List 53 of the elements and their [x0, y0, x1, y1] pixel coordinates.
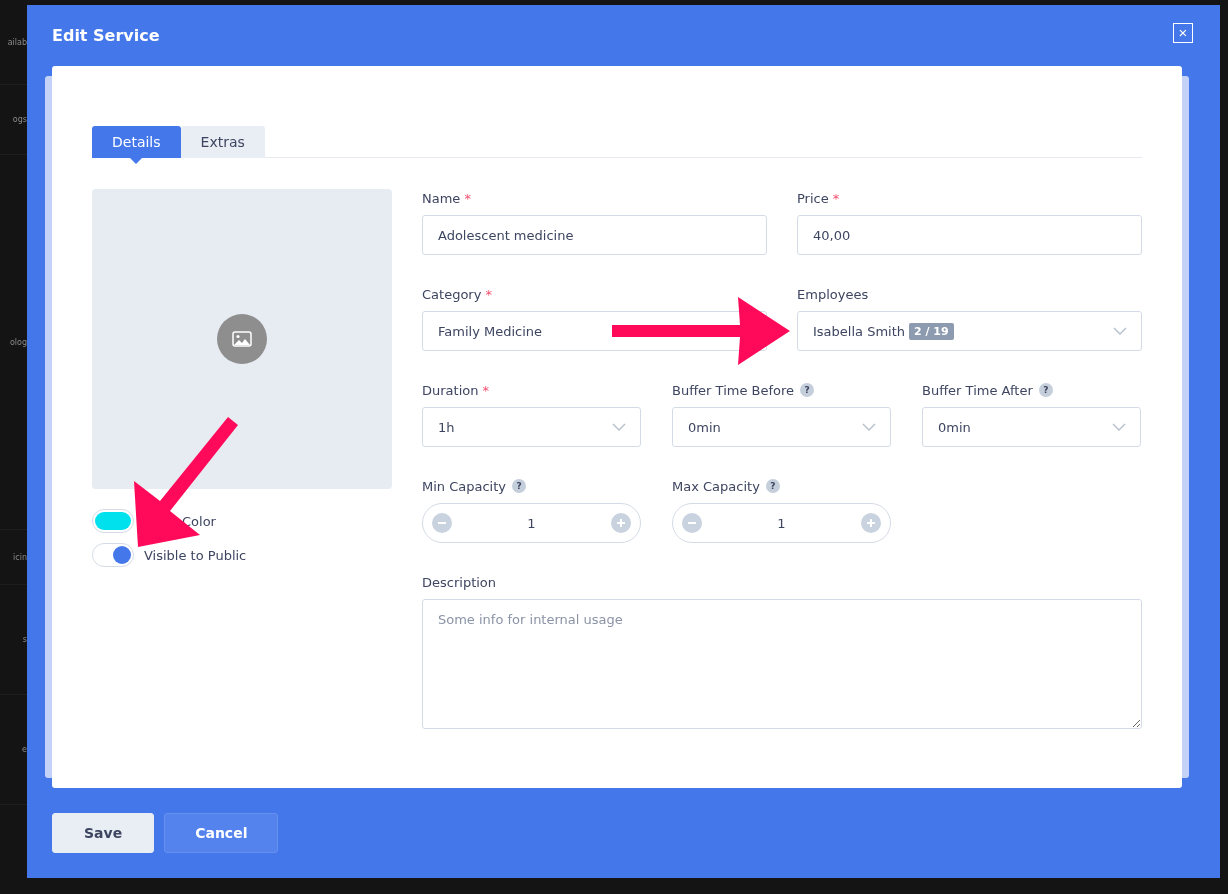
plus-button[interactable]: [611, 513, 631, 533]
select-field[interactable]: Isabella Smith 2 / 19: [797, 311, 1142, 351]
tab[interactable]: Details: [92, 126, 181, 158]
minus-icon: [688, 522, 696, 524]
field-label: Description: [422, 574, 497, 590]
field-label: Buffer Time Before: [672, 382, 795, 398]
stepper-value: 1: [527, 515, 536, 531]
description-field[interactable]: Some info for internal usage: [422, 599, 1142, 729]
list-item-text: s: [22, 635, 27, 644]
plus-button[interactable]: [861, 513, 881, 533]
minus-button[interactable]: [432, 513, 452, 533]
plus-icon: [867, 519, 875, 527]
help-icon[interactable]: ?: [1038, 383, 1053, 397]
list-item-text: e: [22, 745, 27, 754]
list-item-text: ogs: [12, 115, 27, 124]
cancel-button[interactable]: Cancel: [164, 813, 279, 853]
help-icon[interactable]: ?: [800, 383, 815, 397]
dialog-title: Edit Service: [52, 26, 160, 45]
tab[interactable]: Extras: [180, 126, 265, 158]
text-input[interactable]: 40,00: [797, 215, 1142, 255]
image-icon: [217, 314, 267, 364]
chevron-down-icon: [1112, 423, 1126, 431]
plus-icon: [617, 519, 625, 527]
field-label: Category *: [422, 286, 493, 302]
help-icon[interactable]: ?: [765, 479, 780, 493]
select-field[interactable]: 0min: [922, 407, 1141, 447]
list-item-text: icin: [13, 552, 27, 562]
help-icon[interactable]: ?: [512, 479, 526, 493]
chevron-down-icon: [612, 423, 626, 431]
field-label: Name *: [422, 190, 471, 206]
save-button[interactable]: Save: [52, 813, 155, 853]
text-input[interactable]: Adolescent medicine: [422, 215, 767, 255]
visibility-toggle[interactable]: [92, 543, 134, 567]
select-field[interactable]: 1h: [422, 407, 641, 447]
field-label: Max Capacity: [672, 478, 760, 494]
setting-label: Visible to Public: [144, 547, 247, 563]
list-item-text: olog: [9, 337, 27, 347]
minus-icon: [438, 522, 446, 524]
field-label: Min Capacity: [422, 478, 506, 494]
list-item-text: ailab: [7, 37, 27, 47]
minus-button[interactable]: [682, 513, 702, 533]
chevron-down-icon: [1113, 327, 1127, 335]
tab-pointer-icon: [130, 158, 143, 164]
stepper-value: 1: [777, 515, 786, 531]
field-label: Employees: [797, 286, 869, 302]
select-field[interactable]: 0min: [672, 407, 891, 447]
count-badge: 2 / 19: [909, 322, 954, 340]
field-label: Buffer Time After: [922, 382, 1033, 398]
field-label: Price *: [797, 190, 840, 206]
chevron-down-icon: [862, 423, 876, 431]
close-button[interactable]: ×: [1173, 22, 1193, 43]
image-placeholder[interactable]: [92, 189, 392, 489]
field-label: Duration *: [422, 382, 490, 398]
